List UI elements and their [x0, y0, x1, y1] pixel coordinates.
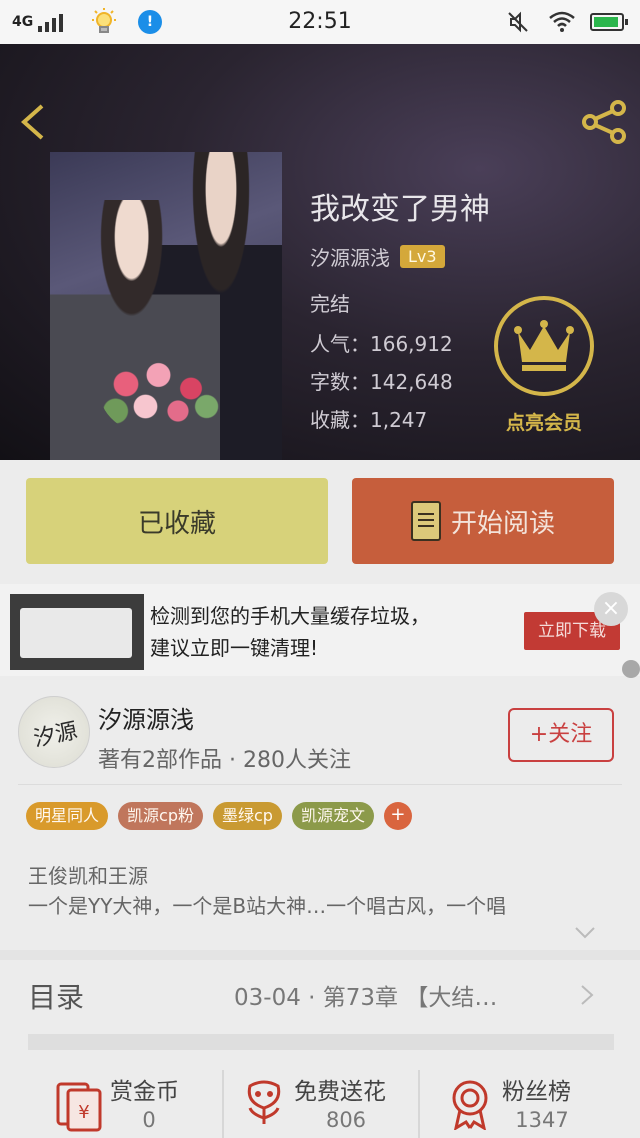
book-author-line: 汐源源浅 Lv3: [310, 242, 445, 271]
book-title: 我改变了男神: [310, 192, 490, 227]
flowers-count: 806: [325, 1108, 367, 1132]
back-arrow-icon[interactable]: [14, 102, 54, 142]
chevron-down-icon[interactable]: [574, 926, 596, 940]
book-cover-image[interactable]: [50, 152, 282, 462]
ad-thumbnail: [10, 594, 144, 670]
add-tag-button[interactable]: +: [383, 802, 412, 830]
favorited-button-label: 已收藏: [137, 508, 216, 539]
tag-list: 明星同人 凯源cp粉 墨绿cp 凯源宠文 +: [26, 802, 412, 830]
reward-label: 赏金币: [110, 1079, 179, 1105]
close-icon[interactable]: ×: [594, 592, 628, 626]
tag[interactable]: 凯源cp粉: [118, 802, 203, 830]
book-author[interactable]: 汐源源浅: [310, 242, 390, 271]
ad-marker-icon: [622, 660, 640, 678]
avatar-text: 汐源: [31, 718, 80, 753]
divider: [18, 784, 622, 785]
book-status: 完结: [310, 292, 350, 316]
book-header: 我改变了男神 汐源源浅 Lv3 完结 人气：166,912 字数：142,648…: [0, 44, 640, 462]
description-line-1: 王俊凯和王源: [28, 864, 148, 888]
book-popularity: 人气：166,912: [310, 332, 453, 356]
send-flowers-button[interactable]: 免费送花 806: [240, 1066, 410, 1138]
reward-coins-button[interactable]: ¥ 赏金币 0: [50, 1066, 210, 1138]
vip-crown-button[interactable]: [494, 296, 594, 396]
ad-text: 检测到您的手机大量缓存垃圾， 建议立即一键清理!: [150, 600, 430, 664]
mute-icon: [508, 11, 528, 33]
status-bar: 4G ! 22:51: [0, 0, 640, 44]
section-divider: [28, 1034, 614, 1050]
section-divider: [0, 950, 640, 960]
fans-count: 1347: [515, 1108, 569, 1132]
divider: [222, 1070, 224, 1138]
follow-button[interactable]: +关注: [508, 708, 614, 762]
book-favorites: 收藏：1,247: [310, 408, 428, 432]
author-level-badge: Lv3: [400, 245, 445, 268]
flower-icon: [247, 1080, 281, 1124]
book-word-count: 字数：142,648: [310, 370, 453, 394]
author-avatar[interactable]: 汐源: [18, 696, 90, 768]
ad-line-1: 检测到您的手机大量缓存垃圾，: [150, 604, 430, 628]
fan-ranking-button[interactable]: 粉丝榜 1347: [448, 1066, 598, 1138]
crown-icon: [514, 320, 574, 371]
battery-icon: [590, 13, 628, 31]
author-meta: 著有2部作品 · 280人关注: [98, 748, 351, 773]
tag[interactable]: 凯源宠文: [291, 802, 374, 830]
clock: 22:51: [288, 9, 352, 34]
red-envelope-icon: ¥: [56, 1082, 102, 1132]
author-name[interactable]: 汐源源浅: [98, 700, 194, 735]
vip-label[interactable]: 点亮会员: [492, 408, 596, 435]
divider: [418, 1070, 420, 1138]
start-reading-label: 开始阅读: [450, 508, 555, 539]
book-icon: [410, 501, 441, 541]
flowers-label: 免费送花: [294, 1079, 386, 1105]
share-icon[interactable]: [578, 98, 630, 146]
favorited-button[interactable]: 已收藏: [26, 478, 328, 564]
description-line-2: 一个是YY大神，一个是B站大神…一个唱古风，一个唱: [28, 894, 507, 918]
wifi-icon: [549, 11, 575, 32]
tag[interactable]: 明星同人: [26, 802, 109, 830]
fans-label: 粉丝榜: [502, 1079, 571, 1105]
tag[interactable]: 墨绿cp: [212, 802, 282, 830]
ad-line-2: 建议立即一键清理!: [150, 636, 319, 660]
svg-text:¥: ¥: [78, 1102, 89, 1123]
toc-title[interactable]: 目录: [28, 976, 84, 1016]
start-reading-button[interactable]: 开始阅读: [352, 478, 614, 564]
reward-count: 0: [142, 1108, 156, 1132]
chevron-right-icon[interactable]: [578, 984, 596, 1006]
medal-icon: [452, 1080, 488, 1130]
toc-latest-chapter[interactable]: 03-04 · 第73章 【大结…: [234, 978, 497, 1012]
